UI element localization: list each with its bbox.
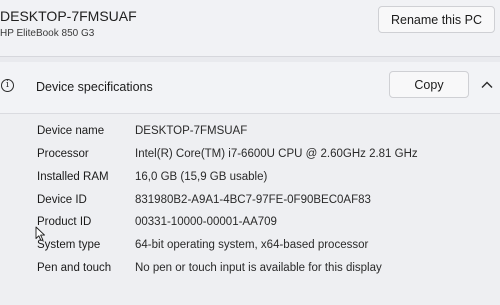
device-specifications-card: i Device specifications Copy Device name… <box>0 62 500 305</box>
spec-row-processor: Processor Intel(R) Core(TM) i7-6600U CPU… <box>0 145 500 167</box>
spec-label: Processor <box>37 148 89 160</box>
device-model: HP EliteBook 850 G3 <box>0 28 95 39</box>
spec-label: Device ID <box>37 194 87 206</box>
spec-label: Installed RAM <box>37 171 109 183</box>
spec-row-system-type: System type 64-bit operating system, x64… <box>0 236 500 258</box>
spec-value: 00331-10000-00001-AA709 <box>135 216 277 228</box>
copy-button[interactable]: Copy <box>389 71 469 98</box>
spec-label: Device name <box>37 125 105 137</box>
spec-value: Intel(R) Core(TM) i7-6600U CPU @ 2.60GHz… <box>135 148 418 160</box>
spec-value: 16,0 GB (15,9 GB usable) <box>135 171 268 183</box>
mouse-cursor-icon <box>35 226 45 241</box>
device-name-title: DESKTOP-7FMSUAF <box>0 8 137 24</box>
spec-value: No pen or touch input is available for t… <box>135 262 382 274</box>
spec-value: DESKTOP-7FMSUAF <box>135 125 248 137</box>
device-specifications-header[interactable]: i Device specifications Copy <box>0 62 500 114</box>
spec-row-device-id: Device ID 831980B2-A9A1-4BC7-97FE-0F90BE… <box>0 191 500 213</box>
spec-row-pen-and-touch: Pen and touch No pen or touch input is a… <box>0 259 500 281</box>
spec-value: 64-bit operating system, x64-based proce… <box>135 239 369 251</box>
section-title: Device specifications <box>36 80 153 94</box>
spec-label: Pen and touch <box>37 262 112 274</box>
spec-row-product-id: Product ID 00331-10000-00001-AA709 <box>0 213 500 235</box>
spec-value: 831980B2-A9A1-4BC7-97FE-0F90BEC0AF83 <box>135 194 371 206</box>
spec-row-installed-ram: Installed RAM 16,0 GB (15,9 GB usable) <box>0 168 500 190</box>
rename-pc-button[interactable]: Rename this PC <box>378 6 495 33</box>
chevron-up-icon[interactable] <box>480 78 494 92</box>
spec-row-device-name: Device name DESKTOP-7FMSUAF <box>0 122 500 144</box>
info-icon: i <box>1 79 14 92</box>
device-header-card: DESKTOP-7FMSUAF HP EliteBook 850 G3 Rena… <box>0 0 500 57</box>
